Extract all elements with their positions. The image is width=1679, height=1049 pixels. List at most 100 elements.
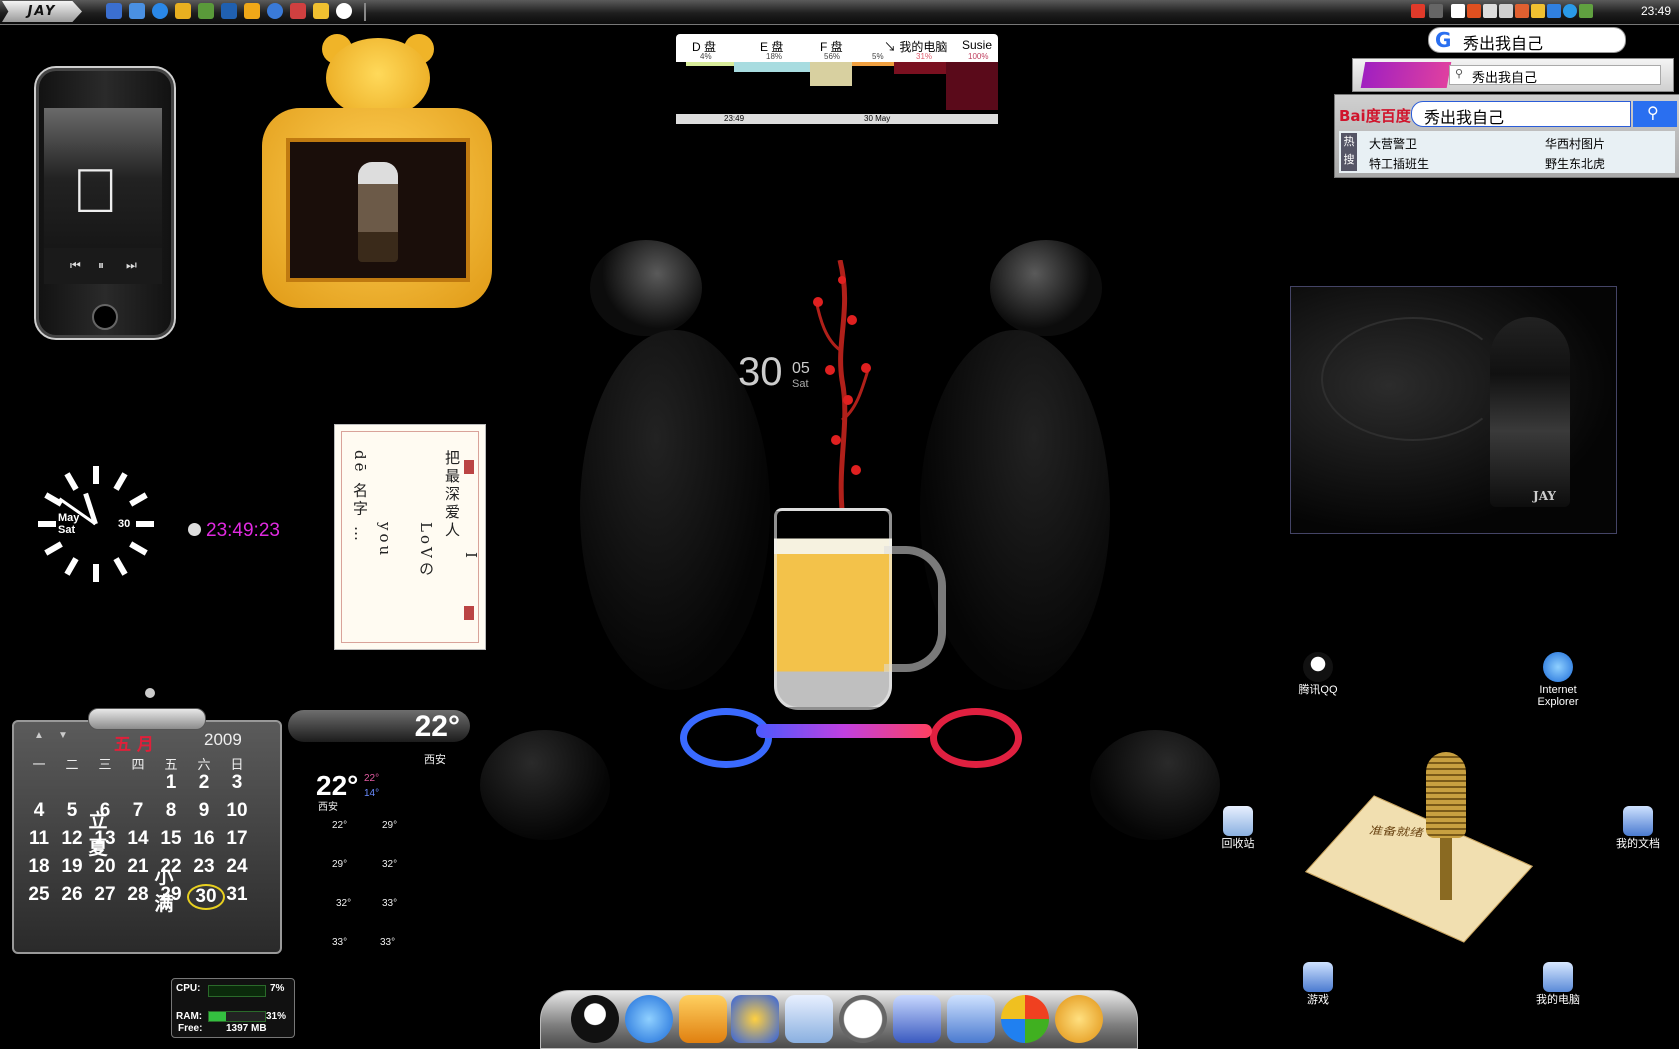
calendar-day[interactable]: 9 bbox=[187, 800, 221, 822]
mic-card-widget[interactable]: 准备就绪 bbox=[1305, 795, 1533, 943]
windows-logo-icon[interactable] bbox=[1001, 995, 1049, 1043]
baidu-search-input[interactable]: 秀出我自己 bbox=[1411, 101, 1631, 127]
pooh-photo-frame[interactable] bbox=[262, 34, 492, 310]
s-icon[interactable] bbox=[1411, 4, 1425, 18]
site-search-input[interactable]: ⚲ 秀出我自己 bbox=[1449, 65, 1661, 85]
outlook-icon[interactable] bbox=[221, 3, 237, 19]
hot-search-link[interactable]: 大营警卫 bbox=[1369, 135, 1417, 152]
cpu-meter-widget[interactable]: CPU: 7% RAM: 31% Free: 1397 MB bbox=[171, 978, 295, 1038]
calendar-day[interactable]: 15 bbox=[154, 828, 188, 850]
wallpaper-photo-widget[interactable]: JAY bbox=[1290, 286, 1617, 534]
next-icon[interactable]: ⏭ bbox=[126, 258, 137, 273]
calendar-widget[interactable]: ▲ ▼ 五 月 2009 一二三四五六日 1 2 3 4 5 6 7 8 9 10 11 12 13 14… bbox=[12, 688, 282, 954]
calendar-day[interactable]: 4 bbox=[22, 800, 56, 822]
weather-bar-widget[interactable]: 22° bbox=[288, 710, 470, 743]
next-month-icon[interactable]: ▼ bbox=[58, 730, 68, 741]
microphone-icon[interactable] bbox=[1426, 752, 1466, 838]
poem-card-widget[interactable]: 把最深爱人 I LoVの you dē 名字 … bbox=[334, 424, 486, 650]
chevron-icon[interactable] bbox=[1429, 4, 1443, 18]
tray-app-icon[interactable] bbox=[1579, 4, 1593, 18]
desktop-icon-label: Internet bbox=[1539, 684, 1577, 696]
desktop-icon-internet-explorer[interactable]: Internet Explorer bbox=[1522, 652, 1594, 708]
ime-icon[interactable] bbox=[1467, 4, 1481, 18]
ie-icon[interactable] bbox=[152, 3, 168, 19]
calendar-day[interactable]: 8 bbox=[154, 800, 188, 822]
ie-icon[interactable] bbox=[106, 3, 122, 19]
start-button[interactable]: JAY bbox=[2, 1, 82, 22]
calendar-day[interactable]: 31 bbox=[220, 884, 254, 906]
drive-label: Susie bbox=[962, 38, 993, 52]
folder-icon[interactable] bbox=[175, 3, 191, 19]
calendar-day[interactable]: 14 bbox=[121, 828, 155, 850]
clock-icon[interactable] bbox=[839, 995, 887, 1043]
calendar-day[interactable]: 16 bbox=[187, 828, 221, 850]
clock-month: May bbox=[58, 512, 80, 524]
shield-icon[interactable] bbox=[1531, 4, 1545, 18]
digital-clock-widget[interactable]: 23:49:23 bbox=[188, 520, 280, 542]
update-icon[interactable] bbox=[1547, 4, 1561, 18]
usage-bar bbox=[946, 62, 998, 110]
ie-icon[interactable] bbox=[625, 995, 673, 1043]
desktop-icon-qq[interactable]: 腾讯QQ bbox=[1282, 652, 1354, 696]
globe-icon[interactable] bbox=[267, 3, 283, 19]
desktop-icon-my-documents[interactable]: 我的文档 bbox=[1602, 806, 1674, 850]
speaker-icon[interactable] bbox=[1499, 4, 1513, 18]
calendar-day[interactable]: 11 bbox=[22, 828, 56, 850]
calendar-day[interactable]: 2 bbox=[187, 772, 221, 794]
window-icon[interactable] bbox=[1451, 4, 1465, 18]
taskbar-clock[interactable]: 23:49 bbox=[1641, 4, 1671, 18]
desktop-icon-my-computer[interactable]: 我的电脑 bbox=[1522, 962, 1594, 1006]
site-logo-icon bbox=[1360, 62, 1452, 88]
drive-usage-meter[interactable]: D 盘 E 盘 F 盘 ↘ 我的电脑 Susie 4% 18% 56% 5% 3… bbox=[676, 34, 998, 124]
google-search-bar[interactable]: G 秀出我自己 bbox=[1428, 27, 1626, 53]
chat-icon[interactable] bbox=[313, 3, 329, 19]
site-search-widget[interactable]: ⚲ 秀出我自己 bbox=[1352, 58, 1674, 92]
clock-tick bbox=[136, 521, 154, 527]
shield-icon[interactable] bbox=[244, 3, 260, 19]
calendar-day[interactable]: 25 bbox=[22, 884, 56, 906]
forecast-temp: 33° bbox=[380, 937, 396, 948]
previous-icon[interactable]: ⏮ bbox=[70, 258, 81, 273]
desktop-icon-label: 游戏 bbox=[1307, 994, 1329, 1006]
calendar-day[interactable]: 1 bbox=[154, 772, 188, 794]
desktop-icon[interactable] bbox=[129, 3, 145, 19]
qq-penguin-icon[interactable] bbox=[571, 995, 619, 1043]
calendar-day[interactable]: 18 bbox=[22, 856, 56, 878]
calendar-day[interactable]: 26 bbox=[55, 884, 89, 906]
calendar-day[interactable]: 23 bbox=[187, 856, 221, 878]
calendar-day[interactable]: 17 bbox=[220, 828, 254, 850]
home-button[interactable] bbox=[92, 304, 118, 330]
folder-icon[interactable] bbox=[947, 995, 995, 1043]
tool-icon[interactable] bbox=[290, 3, 306, 19]
date-widget[interactable]: 30 05 Sat bbox=[738, 350, 810, 395]
calendar-day[interactable]: 7 bbox=[121, 800, 155, 822]
calendar-day[interactable]: 24 bbox=[220, 856, 254, 878]
star-icon[interactable] bbox=[731, 995, 779, 1043]
google-query[interactable]: 秀出我自己 bbox=[1463, 30, 1543, 54]
forecast-temp: 22° bbox=[332, 820, 348, 831]
qq-icon[interactable] bbox=[336, 3, 352, 19]
prev-month-icon[interactable]: ▲ bbox=[34, 730, 44, 741]
hot-search-link[interactable]: 华西村图片 bbox=[1545, 135, 1605, 152]
recycle-bin-icon[interactable] bbox=[785, 995, 833, 1043]
tools-icon[interactable] bbox=[679, 995, 727, 1043]
monitor-icon[interactable] bbox=[893, 995, 941, 1043]
mode-icon[interactable] bbox=[1483, 4, 1497, 18]
iphone-media-widget[interactable]:  ⏮ ⏸ ⏭ bbox=[34, 66, 176, 340]
forecast-temp: 33° bbox=[382, 898, 398, 909]
baidu-search-button[interactable]: ⚲ bbox=[1633, 101, 1677, 127]
pause-icon[interactable]: ⏸ bbox=[98, 258, 104, 273]
calendar-day[interactable]: 27 bbox=[88, 884, 122, 906]
media-icon[interactable] bbox=[198, 3, 214, 19]
desktop-icon-recycle-bin[interactable]: 回收站 bbox=[1202, 806, 1274, 850]
analog-clock-widget[interactable]: May Sat 30 bbox=[36, 464, 156, 584]
hot-search-link[interactable]: 特工插班生 bbox=[1369, 155, 1429, 172]
hot-search-link[interactable]: 野生东北虎 bbox=[1545, 155, 1605, 172]
clock-tick bbox=[113, 472, 128, 491]
app-icon[interactable] bbox=[1055, 995, 1103, 1043]
calendar-day[interactable]: 10 bbox=[220, 800, 254, 822]
calendar-day[interactable]: 3 bbox=[220, 772, 254, 794]
desktop-icon-games[interactable]: 游戏 bbox=[1282, 962, 1354, 1006]
ie-icon[interactable] bbox=[1563, 4, 1577, 18]
network-icon[interactable] bbox=[1515, 4, 1529, 18]
